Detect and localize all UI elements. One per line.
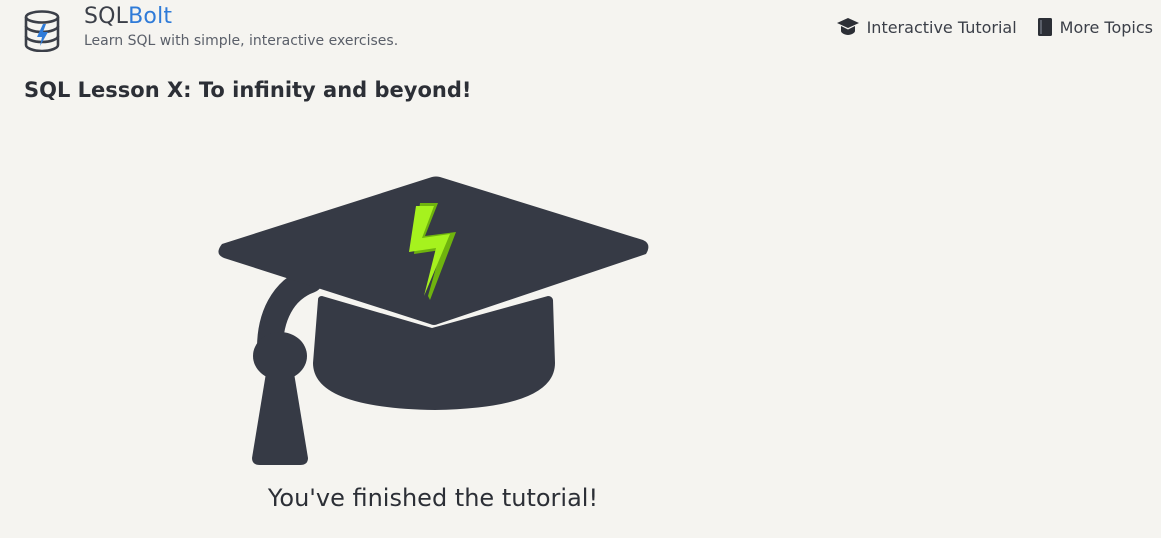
nav-more-topics[interactable]: More Topics (1037, 17, 1153, 37)
nav-interactive-tutorial-label: Interactive Tutorial (866, 17, 1017, 37)
brand-name-bolt: Bolt (128, 4, 173, 29)
book-icon (1037, 18, 1052, 36)
top-nav: Interactive Tutorial More Topics (836, 17, 1153, 37)
cap-tassel-knot (253, 332, 307, 380)
database-bolt-icon[interactable] (22, 10, 62, 52)
nav-interactive-tutorial[interactable]: Interactive Tutorial (836, 17, 1017, 37)
brand-name[interactable]: SQLBolt (84, 4, 172, 30)
graduation-cap-icon (836, 18, 859, 35)
brand-tagline: Learn SQL with simple, interactive exerc… (84, 33, 399, 49)
brand-name-sql: SQL (84, 4, 129, 29)
cap-tassel-strand (252, 373, 308, 465)
graduation-cap-bolt-illustration (218, 176, 649, 465)
site-header: SQLBolt Learn SQL with simple, interacti… (0, 0, 1161, 62)
nav-more-topics-label: More Topics (1059, 17, 1153, 37)
completion-message: You've finished the tutorial! (267, 484, 599, 512)
lesson-title: SQL Lesson X: To infinity and beyond! (24, 78, 472, 102)
